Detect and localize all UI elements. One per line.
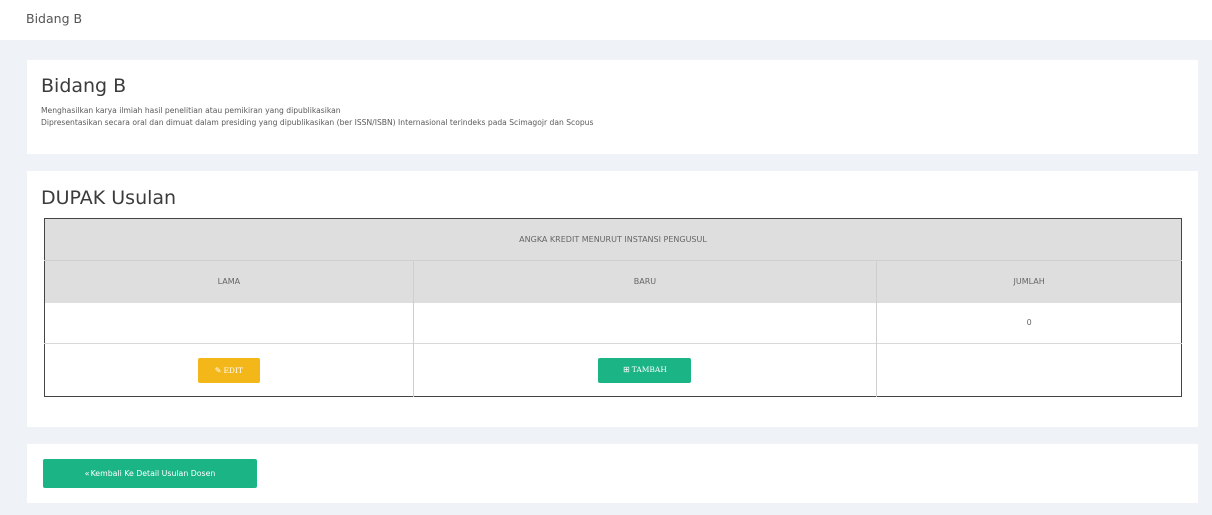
edit-cell: ✎ EDIT <box>44 343 414 397</box>
pencil-square-icon: ✎ <box>214 365 222 375</box>
top-bar: Bidang B <box>0 0 1212 40</box>
dupak-title: DUPAK Usulan <box>41 187 177 209</box>
column-header-jumlah: JUMLAH <box>876 260 1182 303</box>
empty-cell <box>876 343 1182 397</box>
plus-square-icon: ⊞ <box>623 365 630 374</box>
column-header-lama: LAMA <box>44 260 414 303</box>
table-row: 0 <box>44 302 1182 344</box>
info-description-line-2: Dipresentasikan secara oral dan dimuat d… <box>41 118 594 127</box>
table-row: ✎ EDIT ⊞ TAMBAH <box>44 343 1182 397</box>
edit-button[interactable]: ✎ EDIT <box>197 357 260 383</box>
table-group-header: ANGKA KREDIT MENURUT INSTANSI PENGUSUL <box>44 218 1182 261</box>
footer-card: «Kembali Ke Detail Usulan Dosen <box>27 444 1198 503</box>
back-to-detail-button[interactable]: «Kembali Ke Detail Usulan Dosen <box>43 459 257 488</box>
value-lama <box>44 302 414 344</box>
value-baru <box>413 302 878 344</box>
kredit-table: ANGKA KREDIT MENURUT INSTANSI PENGUSUL L… <box>44 218 1182 397</box>
column-header-baru: BARU <box>413 260 878 303</box>
edit-button-label: EDIT <box>223 365 243 375</box>
tambah-button-label: TAMBAH <box>631 365 667 374</box>
double-chevron-left-icon: « <box>84 469 90 478</box>
info-description-line-1: Menghasilkan karya ilmiah hasil peneliti… <box>41 106 341 115</box>
info-title: Bidang B <box>41 75 127 97</box>
tambah-button[interactable]: ⊞ TAMBAH <box>598 357 692 383</box>
dupak-card: DUPAK Usulan ANGKA KREDIT MENURUT INSTAN… <box>27 171 1198 427</box>
back-button-label: Kembali Ke Detail Usulan Dosen <box>90 469 216 478</box>
add-cell: ⊞ TAMBAH <box>413 343 878 397</box>
value-jumlah: 0 <box>876 302 1182 344</box>
breadcrumb: Bidang B <box>26 11 83 26</box>
info-card: Bidang B Menghasilkan karya ilmiah hasil… <box>27 60 1198 154</box>
